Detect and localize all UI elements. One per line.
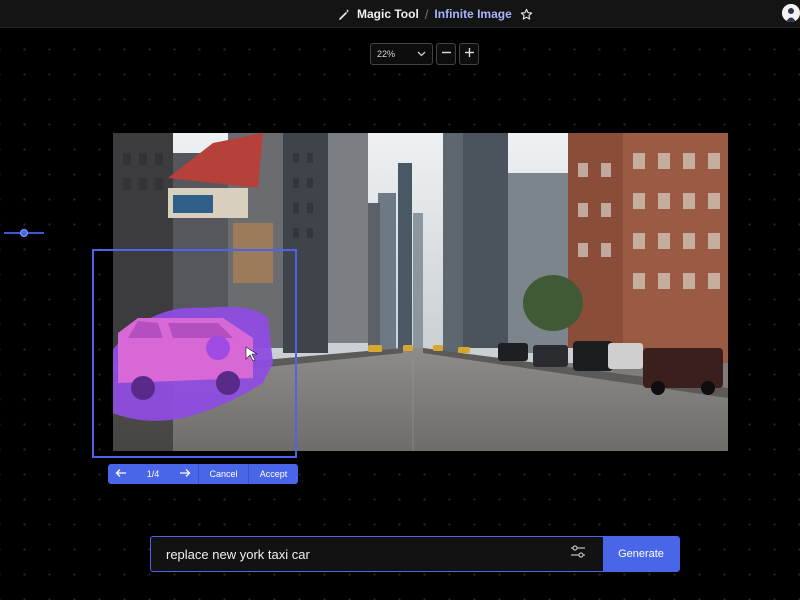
chevron-down-icon [417,49,426,59]
top-bar: Magic Tool / Infinite Image [0,0,800,28]
sliders-icon [570,544,586,564]
canvas-slider[interactable] [2,226,46,238]
generate-button[interactable]: Generate [603,537,679,571]
cancel-button[interactable]: Cancel [198,464,248,484]
prompt-bar: Generate [150,536,680,572]
prompt-input[interactable] [151,537,553,571]
page-title: Infinite Image [434,7,512,21]
selection-toolbar: 1/4 Cancel Accept [108,464,298,484]
accept-button[interactable]: Accept [248,464,298,484]
prompt-settings-button[interactable] [553,537,603,571]
tool-name-link[interactable]: Magic Tool [357,7,419,21]
arrow-left-icon [115,468,127,480]
zoom-in-button[interactable] [459,43,479,65]
selection-box[interactable] [92,249,297,458]
magic-wand-icon [338,8,351,21]
minus-icon [441,45,452,63]
variant-counter: 1/4 [146,469,160,479]
zoom-select[interactable]: 22% [370,43,433,65]
star-icon[interactable] [520,8,533,21]
breadcrumb-separator: / [424,6,429,22]
breadcrumb: Magic Tool / Infinite Image [338,6,533,22]
next-button[interactable] [172,464,198,484]
plus-icon [464,45,475,63]
arrow-right-icon [179,468,191,480]
user-avatar[interactable] [782,4,800,22]
previous-button[interactable] [108,464,134,484]
zoom-out-button[interactable] [436,43,456,65]
zoom-level: 22% [377,49,396,59]
zoom-controls: 22% [370,43,479,65]
